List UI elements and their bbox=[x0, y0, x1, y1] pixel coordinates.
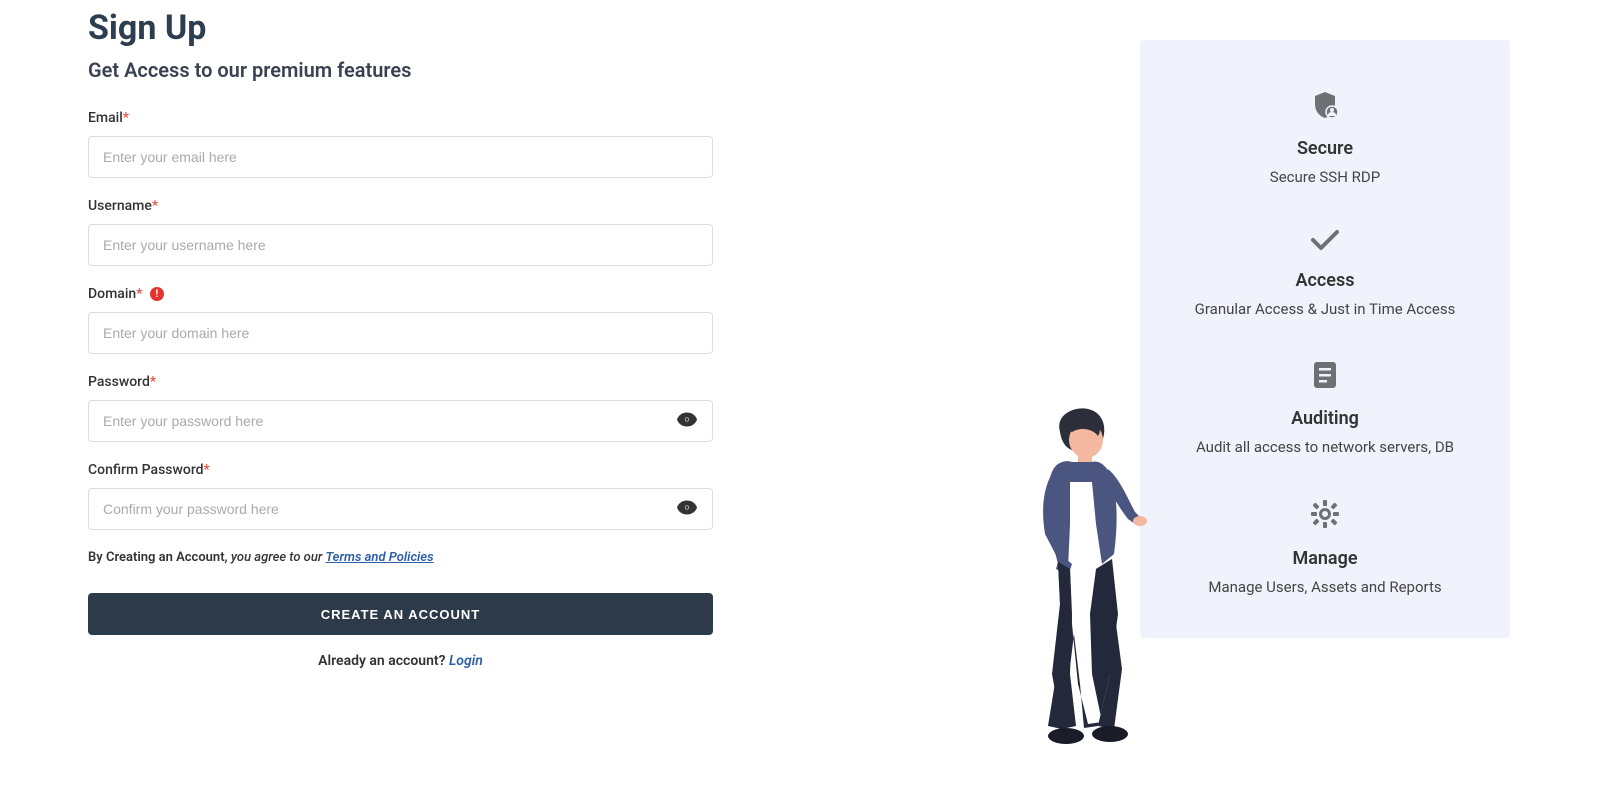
login-prompt-text: Already an account? bbox=[318, 653, 449, 669]
page-title: Sign Up bbox=[88, 8, 800, 48]
required-marker: * bbox=[123, 110, 129, 126]
feature-desc: Manage Users, Assets and Reports bbox=[1170, 577, 1480, 598]
confirm-password-label-text: Confirm Password bbox=[88, 462, 204, 478]
confirm-password-label: Confirm Password* bbox=[88, 462, 800, 478]
required-marker: * bbox=[150, 374, 156, 390]
username-field[interactable] bbox=[88, 224, 713, 266]
required-marker: * bbox=[136, 286, 142, 302]
required-marker: * bbox=[204, 462, 210, 478]
features-panel: Secure Secure SSH RDP Access Granular Ac… bbox=[1140, 40, 1510, 638]
feature-desc: Secure SSH RDP bbox=[1170, 167, 1480, 188]
feature-title: Secure bbox=[1170, 138, 1480, 159]
domain-label: Domain* ! bbox=[88, 286, 800, 302]
check-icon bbox=[1170, 228, 1480, 252]
domain-field[interactable] bbox=[88, 312, 713, 354]
shield-icon bbox=[1170, 90, 1480, 120]
eye-icon[interactable] bbox=[677, 500, 697, 519]
username-label: Username* bbox=[88, 198, 800, 214]
agreement-middle: you agree to our bbox=[231, 550, 326, 565]
username-group: Username* bbox=[88, 198, 800, 266]
signup-form-section: Sign Up Get Access to our premium featur… bbox=[0, 0, 800, 794]
required-marker: * bbox=[152, 198, 158, 214]
password-field[interactable] bbox=[88, 400, 713, 442]
person-illustration bbox=[1010, 404, 1150, 754]
login-link[interactable]: Login bbox=[449, 653, 483, 669]
feature-title: Manage bbox=[1170, 548, 1480, 569]
feature-desc: Audit all access to network servers, DB bbox=[1170, 437, 1480, 458]
feature-auditing: Auditing Audit all access to network ser… bbox=[1170, 360, 1480, 458]
email-label: Email* bbox=[88, 110, 800, 126]
eye-icon[interactable] bbox=[677, 412, 697, 431]
feature-secure: Secure Secure SSH RDP bbox=[1170, 90, 1480, 188]
gear-icon bbox=[1170, 498, 1480, 530]
feature-desc: Granular Access & Just in Time Access bbox=[1170, 299, 1480, 320]
email-field[interactable] bbox=[88, 136, 713, 178]
page-subtitle: Get Access to our premium features bbox=[88, 58, 800, 82]
feature-title: Access bbox=[1170, 270, 1480, 291]
email-group: Email* bbox=[88, 110, 800, 178]
domain-group: Domain* ! bbox=[88, 286, 800, 354]
login-prompt: Already an account? Login bbox=[88, 653, 713, 669]
password-label: Password* bbox=[88, 374, 800, 390]
feature-access: Access Granular Access & Just in Time Ac… bbox=[1170, 228, 1480, 320]
feature-manage: Manage Manage Users, Assets and Reports bbox=[1170, 498, 1480, 598]
feature-title: Auditing bbox=[1170, 408, 1480, 429]
confirm-password-field[interactable] bbox=[88, 488, 713, 530]
create-account-button[interactable]: CREATE AN ACCOUNT bbox=[88, 593, 713, 635]
username-label-text: Username bbox=[88, 198, 152, 214]
warning-icon: ! bbox=[150, 287, 164, 301]
password-group: Password* bbox=[88, 374, 800, 442]
domain-label-text: Domain bbox=[88, 286, 136, 302]
terms-link[interactable]: Terms and Policies bbox=[326, 550, 434, 565]
agreement-prefix: By Creating an Account, bbox=[88, 550, 231, 565]
agreement-text: By Creating an Account, you agree to our… bbox=[88, 550, 800, 565]
email-label-text: Email bbox=[88, 110, 123, 126]
password-label-text: Password bbox=[88, 374, 150, 390]
document-icon bbox=[1170, 360, 1480, 390]
confirm-password-group: Confirm Password* bbox=[88, 462, 800, 530]
right-section: Secure Secure SSH RDP Access Granular Ac… bbox=[1140, 40, 1510, 638]
